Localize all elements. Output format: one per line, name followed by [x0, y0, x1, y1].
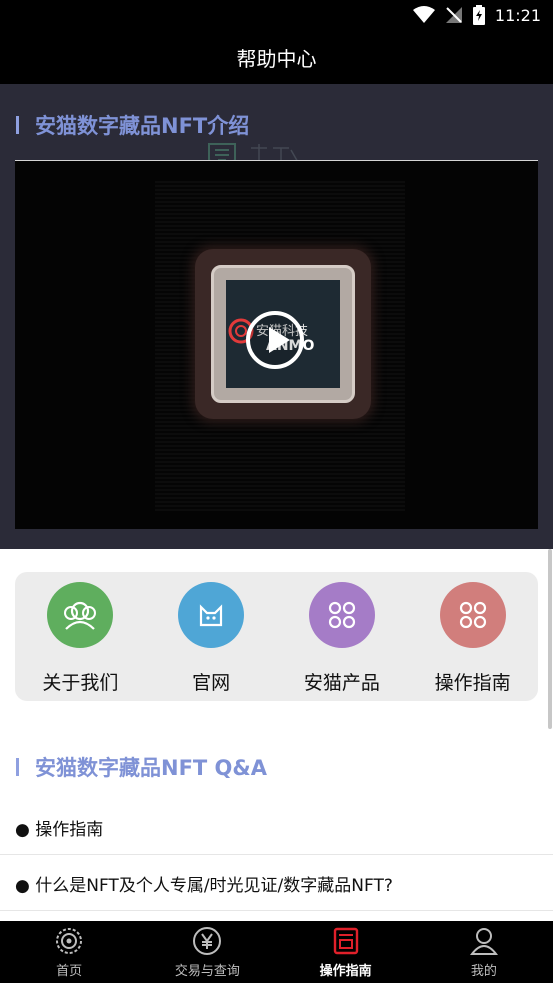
about-us-label: 关于我们 [42, 672, 119, 694]
bottom-nav: 首页 交易与查询 操作指南 我的 [0, 921, 553, 983]
play-button[interactable] [246, 311, 304, 369]
people-icon [47, 582, 114, 648]
products-link[interactable]: 安猫产品 [277, 572, 408, 701]
user-icon [469, 927, 498, 955]
battery-charging-icon [472, 5, 485, 25]
guide-label: 操作指南 [434, 672, 511, 694]
nav-home[interactable]: 首页 [0, 921, 138, 983]
intro-heading: 安猫数字藏品NFT介绍 [16, 110, 249, 140]
gear-icon [56, 927, 83, 954]
products-label: 安猫产品 [303, 672, 380, 694]
heading-accent-bar [16, 758, 19, 776]
video-player[interactable]: 安猫科技 ANMO [15, 161, 538, 529]
nav-guide[interactable]: 操作指南 [277, 921, 415, 983]
nav-home-label: 首页 [56, 963, 83, 979]
grid-icon [439, 582, 506, 648]
guide-link[interactable]: 操作指南 [407, 572, 538, 701]
play-icon [269, 327, 290, 353]
status-time: 11:21 [494, 5, 541, 25]
intro-title: 安猫数字藏品NFT介绍 [35, 114, 250, 138]
wifi-icon [412, 6, 435, 23]
nav-mine[interactable]: 我的 [415, 921, 553, 983]
status-bar: 11:21 [0, 0, 553, 30]
guide-icon [333, 927, 358, 954]
page-title: 帮助中心 [236, 46, 317, 71]
intro-section: 安猫数字藏品NFT介绍 安猫科技 ANMO [0, 84, 553, 549]
yen-icon [193, 926, 222, 955]
qa-title: 安猫数字藏品NFT Q&A [35, 756, 267, 780]
no-signal-icon [445, 7, 462, 23]
app-header: 帮助中心 [0, 30, 553, 84]
nav-trade-label: 交易与查询 [174, 963, 240, 979]
qa-item[interactable]: ● 操作指南 [0, 800, 553, 855]
grid-icon [308, 582, 375, 648]
heading-accent-bar [16, 116, 19, 134]
qa-item[interactable]: ● 什么是NFT及个人专属/时光见证/数字藏品NFT? [0, 856, 553, 911]
scrollbar[interactable] [548, 549, 552, 729]
about-us-link[interactable]: 关于我们 [15, 572, 146, 701]
quick-links: 关于我们 官网 安猫产品 操作指南 [15, 572, 538, 701]
nav-trade[interactable]: 交易与查询 [138, 921, 276, 983]
cat-icon [178, 582, 245, 648]
official-site-link[interactable]: 官网 [146, 572, 277, 701]
official-site-label: 官网 [192, 672, 231, 694]
nav-guide-label: 操作指南 [319, 963, 372, 979]
qa-heading: 安猫数字藏品NFT Q&A [16, 752, 267, 782]
nav-mine-label: 我的 [470, 963, 497, 979]
